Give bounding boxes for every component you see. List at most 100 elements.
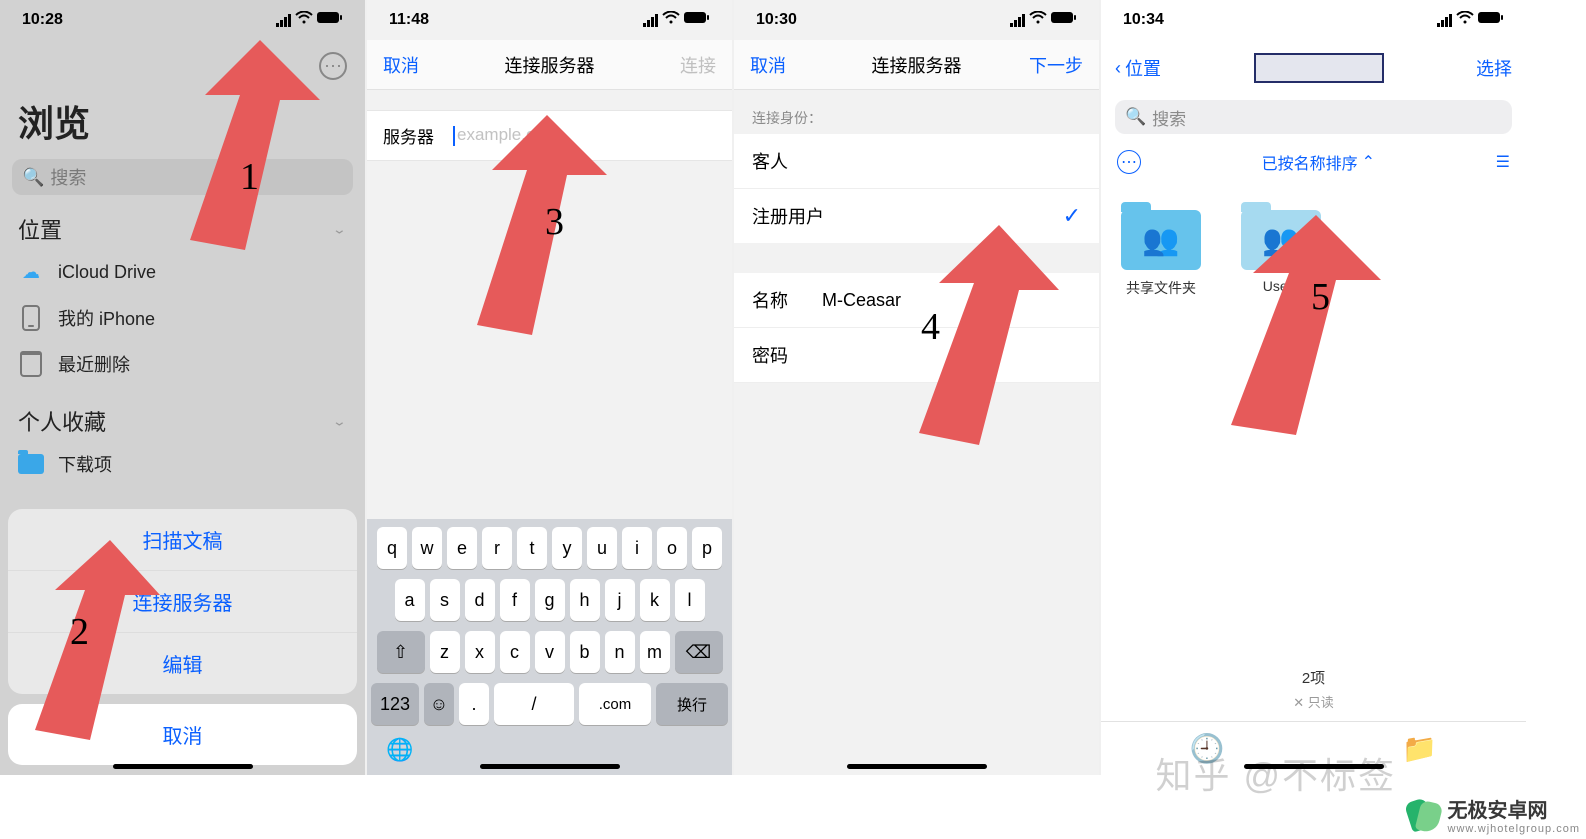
key-i[interactable]: i — [622, 527, 652, 569]
more-button[interactable]: ⋯ — [1117, 150, 1141, 174]
status-time: 10:28 — [22, 11, 63, 29]
key-e[interactable]: e — [447, 527, 477, 569]
nav-bar: ‹位置 选择 — [1101, 40, 1526, 96]
screen-4-server-folders: 10:34 ‹位置 选择 🔍 搜索 ⋯ 已按名称排序 ⌃ ☰ 👥 共享文件夹 👥… — [1101, 0, 1526, 775]
identity-guest[interactable]: 客人 — [734, 134, 1099, 189]
key-h[interactable]: h — [570, 579, 600, 621]
key-n[interactable]: n — [605, 631, 635, 673]
password-field[interactable]: 密码 — [734, 328, 1099, 383]
search-input[interactable]: 🔍 搜索 — [12, 159, 353, 195]
location-recently-deleted[interactable]: 最近删除 — [0, 341, 365, 387]
select-button[interactable]: 选择 — [1476, 55, 1512, 81]
wifi-icon — [1029, 11, 1047, 29]
key-dot[interactable]: . — [459, 683, 489, 725]
battery-icon — [1051, 11, 1077, 29]
sort-button[interactable]: 已按名称排序 ⌃ — [1262, 150, 1375, 174]
connect-as-label: 连接身份： — [734, 90, 1099, 134]
key-numbers[interactable]: 123 — [371, 683, 419, 725]
name-field[interactable]: 名称M-Ceasar — [734, 273, 1099, 328]
sheet-connect-server[interactable]: 连接服务器 — [8, 571, 357, 633]
location-iphone[interactable]: 我的 iPhone — [0, 295, 365, 341]
favorite-downloads[interactable]: 下载项 — [0, 441, 365, 487]
search-input[interactable]: 🔍 搜索 — [1115, 100, 1512, 134]
server-placeholder: example.com — [457, 125, 558, 144]
sheet-cancel[interactable]: 取消 — [8, 704, 357, 765]
key-k[interactable]: k — [640, 579, 670, 621]
key-v[interactable]: v — [535, 631, 565, 673]
connect-button[interactable]: 连接 — [646, 52, 716, 78]
favorites-header[interactable]: 个人收藏 ⌄ — [0, 401, 365, 441]
action-sheet: 扫描文稿 连接服务器 编辑 取消 — [8, 509, 357, 765]
key-dotcom[interactable]: .com — [579, 683, 651, 725]
home-indicator[interactable] — [480, 764, 620, 769]
key-f[interactable]: f — [500, 579, 530, 621]
nav-title: 连接服务器 — [453, 52, 646, 78]
home-indicator[interactable] — [847, 764, 987, 769]
key-y[interactable]: y — [552, 527, 582, 569]
key-p[interactable]: p — [692, 527, 722, 569]
signal-icon — [643, 14, 658, 27]
sheet-edit[interactable]: 编辑 — [8, 633, 357, 694]
tab-browse[interactable]: 📁 — [1402, 732, 1437, 765]
key-m[interactable]: m — [640, 631, 670, 673]
locations-header[interactable]: 位置 ⌄ — [0, 209, 365, 249]
toolbar: ⋯ 已按名称排序 ⌃ ☰ — [1101, 144, 1526, 180]
chevron-left-icon: ‹ — [1115, 58, 1121, 79]
key-q[interactable]: q — [377, 527, 407, 569]
home-indicator[interactable] — [113, 764, 253, 769]
key-b[interactable]: b — [570, 631, 600, 673]
status-time: 10:34 — [1123, 11, 1164, 29]
status-bar: 10:34 — [1101, 0, 1526, 40]
key-w[interactable]: w — [412, 527, 442, 569]
battery-icon — [317, 11, 343, 29]
iphone-icon — [18, 305, 44, 331]
key-s[interactable]: s — [430, 579, 460, 621]
key-c[interactable]: c — [500, 631, 530, 673]
text-cursor — [453, 126, 455, 146]
location-icloud[interactable]: ☁iCloud Drive — [0, 249, 365, 295]
screen-2-connect-server: 11:48 取消 连接服务器 连接 服务器 example.com q w e … — [367, 0, 734, 775]
footer-info: 2项 ✕ 只读 — [1101, 667, 1526, 711]
more-menu-button[interactable]: ⋯ — [319, 52, 347, 80]
wifi-icon — [295, 11, 313, 29]
server-field-row[interactable]: 服务器 example.com — [367, 110, 732, 161]
view-toggle-button[interactable]: ☰ — [1496, 152, 1510, 172]
key-x[interactable]: x — [465, 631, 495, 673]
key-slash[interactable]: / — [494, 683, 574, 725]
key-t[interactable]: t — [517, 527, 547, 569]
key-enter[interactable]: 换行 — [656, 683, 728, 725]
trash-icon — [18, 351, 44, 377]
key-r[interactable]: r — [482, 527, 512, 569]
key-d[interactable]: d — [465, 579, 495, 621]
key-o[interactable]: o — [657, 527, 687, 569]
folder-icon: 👥 — [1121, 210, 1201, 270]
key-a[interactable]: a — [395, 579, 425, 621]
checkmark-icon: ✓ — [1063, 203, 1081, 229]
key-z[interactable]: z — [430, 631, 460, 673]
folder-users[interactable]: 👥 Users — [1241, 210, 1321, 298]
back-button[interactable]: ‹位置 — [1115, 55, 1161, 81]
key-u[interactable]: u — [587, 527, 617, 569]
key-j[interactable]: j — [605, 579, 635, 621]
key-g[interactable]: g — [535, 579, 565, 621]
cancel-button[interactable]: 取消 — [750, 52, 820, 78]
folder-shared[interactable]: 👥 共享文件夹 — [1121, 210, 1201, 298]
key-emoji[interactable]: ☺ — [424, 683, 454, 725]
key-globe[interactable]: 🌐 — [385, 735, 415, 765]
wifi-icon — [1456, 11, 1474, 29]
status-bar: 10:30 — [734, 0, 1099, 40]
key-backspace[interactable]: ⌫ — [675, 631, 723, 673]
key-shift[interactable]: ⇧ — [377, 631, 425, 673]
sheet-scan-documents[interactable]: 扫描文稿 — [8, 509, 357, 571]
key-l[interactable]: l — [675, 579, 705, 621]
cancel-button[interactable]: 取消 — [383, 52, 453, 78]
watermark: 知乎 @不标签 — [1155, 747, 1396, 799]
nav-title: 连接服务器 — [820, 52, 1013, 78]
brand-badge: 无极安卓网 www.wjhotelgroup.com — [1408, 794, 1581, 835]
screen-3-credentials: 10:30 取消 连接服务器 下一步 连接身份： 客人 注册用户✓ 名称M-Ce… — [734, 0, 1101, 775]
identity-registered[interactable]: 注册用户✓ — [734, 189, 1099, 243]
next-button[interactable]: 下一步 — [1013, 52, 1083, 78]
keyboard: q w e r t y u i o p a s d f g h j k l ⇧ … — [367, 519, 732, 775]
chevron-down-icon: ⌄ — [332, 222, 347, 237]
status-time: 10:30 — [756, 11, 797, 29]
